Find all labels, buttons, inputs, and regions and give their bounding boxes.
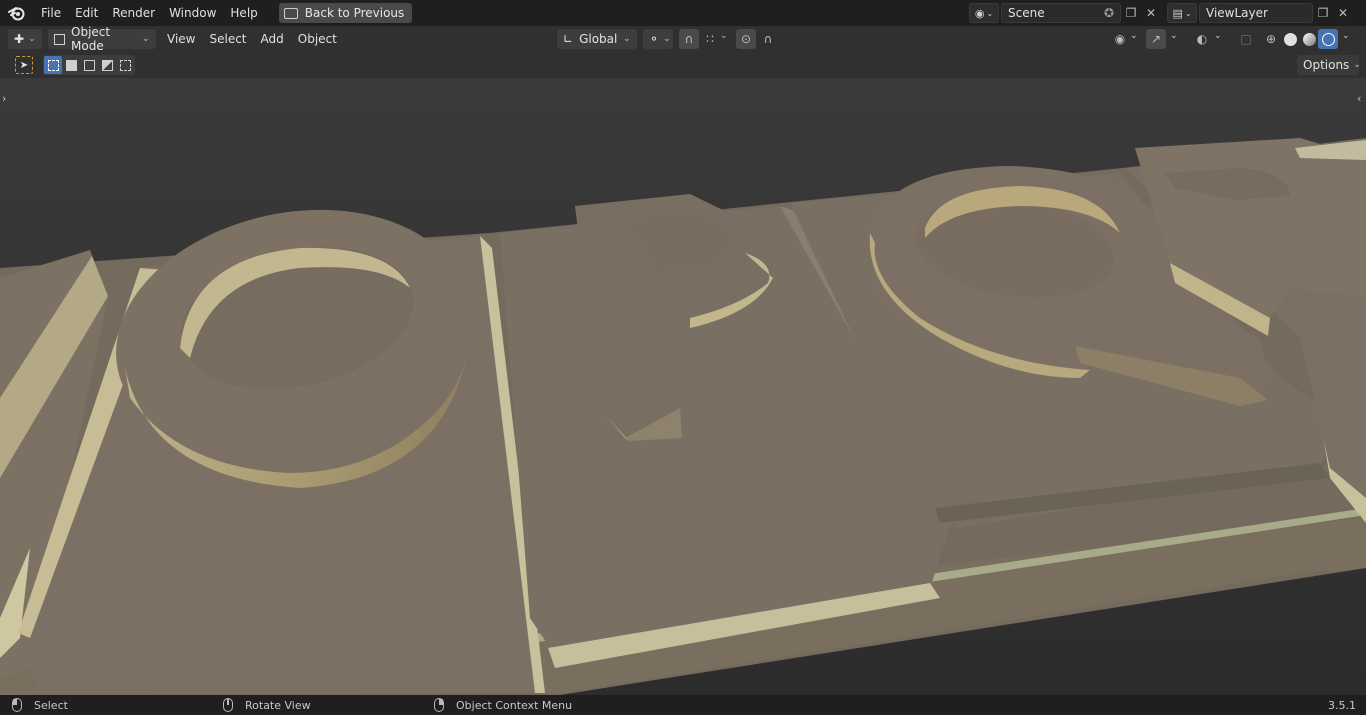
tool-settings-row: ➤ Options ⌄ [0,52,1366,78]
set-new-selection-icon[interactable] [44,56,62,74]
selection-mode-group [43,55,135,75]
visibility-dropdown-arrow[interactable]: ⌄ [1130,31,1138,41]
orientation-label: Global [579,32,618,46]
mouse-right-icon [434,698,444,712]
status-rotate-label: Rotate View [245,698,311,712]
orientation-dropdown[interactable]: ∟ Global ⌄ [557,29,637,49]
scene-name-field[interactable]: Scene ✪ [1001,3,1121,23]
solid-shading-icon[interactable] [1280,29,1300,49]
wireframe-shading-icon[interactable]: ⊕ [1261,29,1281,49]
3d-viewport[interactable]: › ‹ [0,78,1366,695]
menu-edit[interactable]: Edit [68,0,105,26]
status-context: Object Context Menu [434,698,572,712]
mouse-middle-icon [223,698,233,712]
mode-dropdown[interactable]: Object Mode ⌄ [48,25,156,53]
viewlayer-name-field[interactable]: ViewLayer [1199,3,1313,23]
options-label: Options [1303,58,1350,72]
viewport-scene: › ‹ [0,78,1366,695]
options-dropdown[interactable]: Options ⌄ [1297,55,1361,75]
menu-object[interactable]: Object [291,32,344,46]
subtract-selection-icon[interactable] [80,56,98,74]
blender-logo-icon[interactable] [0,0,34,26]
viewport-header: ✚ ⌄ Object Mode ⌄ View Select Add Object … [0,25,1366,53]
material-shading-icon[interactable] [1299,29,1319,49]
mouse-left-icon [12,698,22,712]
pivot-dropdown[interactable]: ⚬ ⌄ [643,29,673,49]
back-icon [283,7,298,19]
menu-render[interactable]: Render [105,0,162,26]
status-select-label: Select [34,698,68,712]
intersect-selection-icon[interactable] [116,56,134,74]
scene-browse-button[interactable]: ◉ ⌄ [969,3,999,23]
new-scene-icon[interactable]: ❐ [1121,3,1141,23]
xray-icon[interactable]: □ [1236,29,1256,49]
snap-toggle-icon[interactable]: ∩ [679,29,699,49]
rendered-shading-icon[interactable] [1318,29,1338,49]
extend-selection-icon[interactable] [62,56,80,74]
select-box-tool-icon[interactable]: ➤ [15,56,33,74]
mode-label: Object Mode [71,25,111,53]
falloff-icon[interactable]: ∩ [758,29,778,49]
object-mode-icon [54,33,65,45]
back-to-previous-label: Back to Previous [304,6,405,20]
status-rotate: Rotate View [223,698,311,712]
viewlayer-name: ViewLayer [1206,6,1268,20]
viewlayer-icon: ▤ [1172,6,1183,20]
orientation-icon: ∟ [563,32,574,46]
delete-viewlayer-icon[interactable]: ✕ [1333,3,1353,23]
version-label: 3.5.1 [1328,698,1356,712]
scene-icon: ◉ [974,6,985,20]
scene-selector-group: ◉ ⌄ Scene ✪ ❐ ✕ ▤ ⌄ ViewLayer ❐ ✕ [969,2,1353,24]
menu-add[interactable]: Add [254,32,291,46]
overlays-dropdown-arrow[interactable]: ⌄ [1214,31,1222,41]
scene-name: Scene [1008,6,1045,20]
back-to-previous-button[interactable]: Back to Previous [278,3,413,23]
left-sidebar-toggle-icon[interactable]: › [2,92,6,105]
top-bar: File Edit Render Window Help Back to Pre… [0,0,1366,26]
status-bar: Select Rotate View Object Context Menu 3… [0,695,1366,715]
menu-select[interactable]: Select [202,32,253,46]
visibility-icon[interactable]: ◉ [1110,29,1130,49]
shading-dropdown-arrow[interactable]: ⌄ [1342,31,1350,41]
menu-window[interactable]: Window [162,0,223,26]
snap-dropdown-arrow[interactable]: ⌄ [720,31,728,41]
right-sidebar-toggle-icon[interactable]: ‹ [1357,92,1361,105]
overlays-icon[interactable]: ◐ [1192,29,1212,49]
delete-scene-icon[interactable]: ✕ [1141,3,1161,23]
axes-icon: ✚ [14,32,25,46]
status-context-label: Object Context Menu [456,698,573,712]
viewlayer-browse-button[interactable]: ▤ ⌄ [1167,3,1197,23]
snap-target-icon[interactable]: ∷ [700,29,720,49]
editor-type-button[interactable]: ✚ ⌄ [8,29,42,49]
gizmo-icon[interactable]: ↗ [1146,29,1166,49]
new-viewlayer-icon[interactable]: ❐ [1313,3,1333,23]
invert-selection-icon[interactable] [98,56,116,74]
menu-file[interactable]: File [34,0,68,26]
menu-view[interactable]: View [160,32,202,46]
pin-icon[interactable]: ✪ [1104,6,1114,20]
status-select: Select [12,698,68,712]
proportional-edit-icon[interactable]: ⊙ [736,29,756,49]
gizmo-dropdown-arrow[interactable]: ⌄ [1170,31,1178,41]
pivot-icon: ⚬ [649,32,660,46]
menu-help[interactable]: Help [223,0,264,26]
